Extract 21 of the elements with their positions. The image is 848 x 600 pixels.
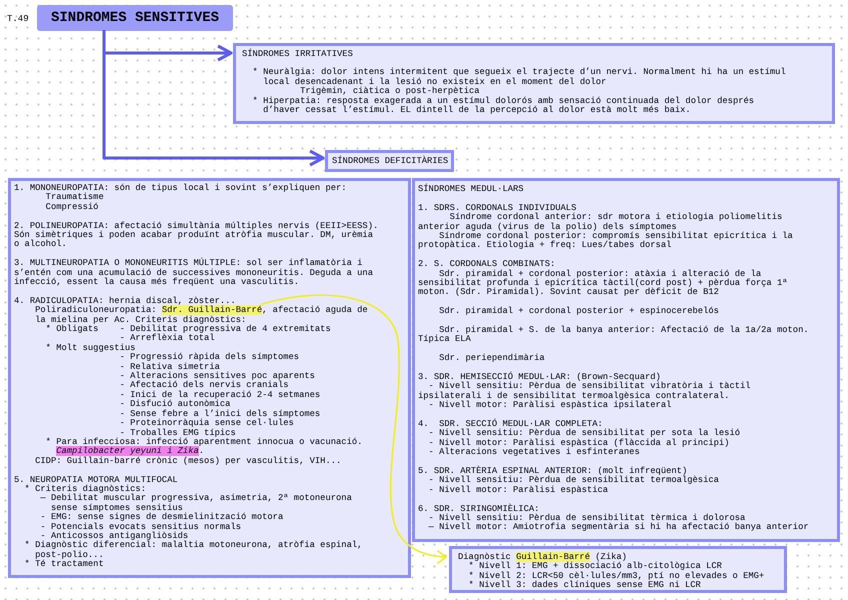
- note-text: 2. POLINEUROPATIA: afectació simultània múltiples nervis (EEII>EESS). Són simètriques i poden acabar produïnt atròfia muscular. DM, urèmia o alcohol.: [14, 222, 378, 250]
- page-title: SINDROMES SENSITIVES: [37, 5, 233, 31]
- note-text: 3. MULTINEUROPATIA O MONONEURITIS MÚLTIPLE: sol ser inflamatòria i s’entén com una acumulació de successives mononeuritis. Deguda a una infecció, essent la causa més freqüent una vasculitis.: [14, 259, 373, 288]
- note-text: * Neuràlgia: dolor intens intermitent que segueix el trajecte d’un nervi. Normalment hi ha un estímul local desencadenant i la lesió no existeix en el moment del dolor Trigèmin, ciàtica o post-herpètica * Hiperpatia: resposta exagerada a un estímul dolorós amb sensació continuada del dolor després d’haver cessat l’estímul. EL dintell de la percepció al dolor està molt més baix.: [252, 68, 786, 116]
- note-text: 4. SDR. SECCIÓ MEDUL·LAR COMPLETA: - Nivell sensitiu: Pèrdua de sensibilitat per sota la lesió - Nivell motor: Paràlisi espàstica (flàccida al principi) - Alteracions vegetatives i esfinteranes: [418, 420, 740, 458]
- page-label: T.49: [7, 13, 29, 26]
- note-text: SÍNDROMES MEDUL·LARS: [418, 185, 524, 194]
- note-text: Sdr. piramidal + cordonal posterior + espinocerebelós: [438, 307, 719, 317]
- note-text: SÍNDROMES DEFICITÀRIES: [332, 157, 448, 166]
- note-text: 2. S. CORDONALS COMBINATS: Sdr. piramidal + cordonal posterior: atàxia i alteració de la sensibilitat profunda i epicrítica tàctil(cord post) + pèrdua força 1ª moton. (Sdr. Piramidal). Sovint causat per dèficit de B12: [418, 260, 788, 298]
- note-text: Diagnòstic Guillain-Barré (Zika) * Nivell 1: EMG + dissociació alb-citològica LCR * Nivell 2: LCR<50 cèl·lules/mm3, ptí no elevades o EMG+ * Nivell 3: dades clíniques sense EMG ni LCR: [458, 553, 764, 591]
- note-text: 1. SDRS. CORDONALS INDIVIDUALS Síndrome cordonal anterior: sdr motora i etiologia poliomelitis anterior aguda (virus de la polio) dels símptomes Síndrome cordonal posterior: compromís sensibilitat epicrítica i la protopàtica. Etiologia + freq: Lues/tabes dorsal: [418, 204, 793, 251]
- note-text: SÍNDROMES IRRITATIVES: [242, 50, 353, 60]
- note-text: 3. SDR. HEMISECCIÓ MEDUL·LAR: (Brown-Secquard) - Nivell sensitiu: Pèrdua de sensibilitat vibratòria i tàctil ipsilaterali i de sensibilitat termoalgèsica contralateral. - Nivell motor: Paràlisi espàstica ipsilateral: [418, 373, 751, 411]
- note-text: 5. SDR. ARTÈRIA ESPINAL ANTERIOR: (molt infreqüent) - Nivell sensitiu: Pèrdua de sensibilitat termoalgèsica - Nivell motor: Paràlisi espàstica: [418, 467, 719, 496]
- note-text: Sdr. periependimària: [438, 354, 545, 364]
- note-text: 5. NEUROPATIA MOTORA MULTIFOCAL * Criteris diagnòstics: — Debilitat muscular progressiva, asimetria, 2ª motoneurona sense símptomes sensitius - EMG: sense signes de desmielinització motora - Potencials evocats sensitius normals - Anticossos antigangliòsids * Diagnòstic diferencial: malaltia motoneurona, atròfia espinal, post-polio... * Té tractament: [14, 476, 362, 570]
- note-text: 4. RADICULOPATIA: hernia discal, zòster... Poliradiculoneuropatia: Sdr. Guillain-Barré, afectació aguda de la mielina per Ac. Criteris diagnòstics: * Obligats - Debilitat progressiva de 4 extremitats - Arreflèxia total * Molt suggestius - Progressió ràpida dels símptomes - Relativa simetria - Alteracions sensitives poc aparents - Afectació dels nervis cranials - Inici de la recuperació 2-4 setmanes - Disfució autonòmica - Sense febre a l’inici dels símptomes - Proteinorràquia sense cel·lules - Troballes EMG típics * Para infecciosa: infecció aparentment innocua o vacunació. Campilobacter yeyuni i Zika. CIDP: Guillain-barré crònic (mesos) per vasculitis, VIH...: [14, 296, 368, 466]
- note-text: 6. SDR. SIRINGOMIÈLICA: - Nivell sensitiu: Pèrdua de sensibilitat tèrmica i dolorosa — Nivell motor: Amiotrofia segmentària si hi ha afectació banya anterior: [418, 504, 809, 533]
- note-text: 1. MONONEUROPATIA: són de tipus local i sovint s’expliquen per: Traumatisme Compressió: [14, 184, 347, 212]
- note-text: Sdr. piramidal + S. de la banya anterior: Afectació de la 1a/2a moton. Típica ELA: [418, 326, 809, 345]
